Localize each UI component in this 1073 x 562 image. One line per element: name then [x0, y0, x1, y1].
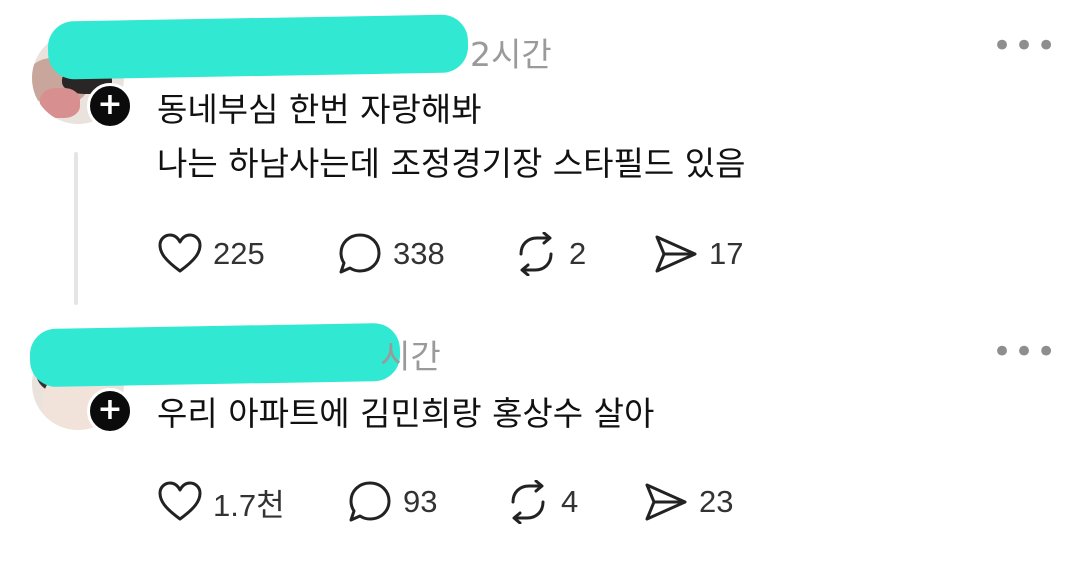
post-text-line-2: 나는 하남사는데 조정경기장 스타필드 있음 [157, 144, 746, 183]
like-button[interactable]: 1.7천 [157, 480, 285, 524]
heart-icon [158, 481, 202, 521]
repost-icon [511, 480, 545, 524]
reply-button[interactable]: 93 [347, 480, 437, 524]
more-icon[interactable]: ••• [992, 29, 1058, 63]
post-text-line-1: 우리 아파트에 김민희랑 홍상수 살아 [157, 394, 655, 433]
share-count: 17 [709, 236, 744, 271]
thread-line [74, 152, 78, 305]
comment-icon [349, 481, 391, 522]
post-time: 2시간 [470, 35, 552, 74]
action-bar: 1.7천 93 4 23 [157, 480, 777, 524]
post-time: 시간 [380, 337, 441, 376]
repost-button[interactable]: 2 [513, 232, 586, 276]
follow-plus-icon[interactable]: + [87, 388, 133, 434]
repost-button[interactable]: 4 [505, 480, 578, 524]
action-bar: 225 338 2 17 [157, 232, 777, 276]
like-button[interactable]: 225 [157, 232, 265, 276]
share-button[interactable]: 23 [643, 480, 733, 524]
reply-count: 338 [393, 236, 445, 271]
share-button[interactable]: 17 [653, 232, 743, 276]
like-count: 225 [213, 236, 265, 271]
post-2: + 시간 ••• 우리 아파트에 김민희랑 홍상수 살아 1.7천 93 4 2… [0, 310, 1073, 562]
like-count: 1.7천 [213, 487, 285, 523]
share-count: 23 [699, 484, 734, 519]
repost-count: 2 [569, 236, 587, 271]
heart-icon [158, 233, 202, 273]
username-redaction [47, 14, 469, 80]
post-text-line-1: 동네부심 한번 자랑해봐 [157, 90, 482, 129]
post-1: + 2시간 ••• 동네부심 한번 자랑해봐 나는 하남사는데 조정경기장 스타… [0, 0, 1073, 310]
username-redaction [29, 322, 401, 388]
repost-icon [519, 232, 553, 276]
reply-count: 93 [403, 484, 438, 519]
send-icon [655, 235, 697, 273]
repost-count: 4 [561, 484, 579, 519]
send-icon [645, 483, 687, 521]
comment-icon [339, 233, 381, 274]
more-icon[interactable]: ••• [992, 335, 1058, 369]
reply-button[interactable]: 338 [337, 232, 445, 276]
follow-plus-icon[interactable]: + [87, 83, 133, 129]
